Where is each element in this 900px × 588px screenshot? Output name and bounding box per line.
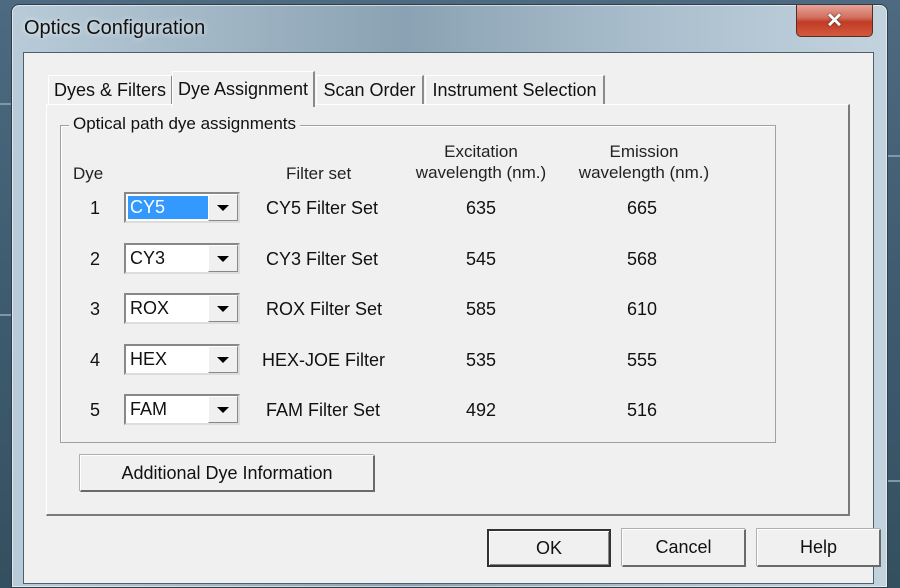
emission-value: 516 xyxy=(626,400,658,420)
header-emission: Emission wavelength (nm.) xyxy=(574,141,714,183)
close-button[interactable]: ✕ xyxy=(796,5,873,37)
filter-set-name: CY5 Filter Set xyxy=(266,198,379,218)
dye-select[interactable]: CY3 xyxy=(124,243,240,274)
dialog-client-area: Dyes & Filters Dye Assignment Scan Order… xyxy=(23,52,881,584)
dropdown-button[interactable] xyxy=(208,194,238,221)
dye-number: 3 xyxy=(89,299,100,319)
desktop-grid-line xyxy=(888,480,900,482)
help-button[interactable]: Help xyxy=(757,529,881,567)
dye-row: 4 HEX HEX-JOE Filter 535 555 xyxy=(61,344,775,378)
desktop-grid-line xyxy=(0,314,11,316)
emission-value: 555 xyxy=(626,350,658,370)
tab-label: Scan Order xyxy=(323,80,416,100)
dye-select[interactable]: CY5 xyxy=(124,192,240,223)
header-emission-line1: Emission xyxy=(609,142,679,161)
dropdown-button[interactable] xyxy=(208,346,238,373)
dye-number: 1 xyxy=(89,198,100,218)
chevron-down-icon xyxy=(217,204,229,211)
excitation-value: 535 xyxy=(465,350,497,370)
emission-value: 610 xyxy=(626,299,658,319)
tab-scan-order[interactable]: Scan Order xyxy=(316,75,424,105)
chevron-down-icon xyxy=(217,305,229,312)
dye-assignment-panel: Optical path dye assignments Dye Filter … xyxy=(46,104,850,516)
dye-select-value: CY3 xyxy=(130,248,166,268)
header-emission-line2: wavelength (nm.) xyxy=(578,163,710,182)
filter-set-name: ROX Filter Set xyxy=(266,299,383,319)
dye-select-value: FAM xyxy=(130,399,168,419)
tab-dyes-filters[interactable]: Dyes & Filters xyxy=(48,75,173,105)
filter-set-name: CY3 Filter Set xyxy=(266,249,379,269)
desktop-grid-line xyxy=(888,155,900,157)
header-excitation: Excitation wavelength (nm.) xyxy=(411,141,551,183)
additional-dye-information-button[interactable]: Additional Dye Information xyxy=(80,455,375,492)
chevron-down-icon xyxy=(217,406,229,413)
excitation-value: 492 xyxy=(465,400,497,420)
close-icon: ✕ xyxy=(826,10,843,32)
tab-label: Dyes & Filters xyxy=(53,80,167,100)
dye-number: 2 xyxy=(89,249,100,269)
emission-value: 665 xyxy=(626,198,658,218)
header-excitation-line2: wavelength (nm.) xyxy=(415,163,547,182)
dye-row: 3 ROX ROX Filter Set 585 610 xyxy=(61,293,775,327)
window-title: Optics Configuration xyxy=(24,17,206,39)
tab-label: Dye Assignment xyxy=(177,79,309,99)
excitation-value: 545 xyxy=(465,249,497,269)
filter-set-name: HEX-JOE Filter xyxy=(262,350,386,370)
header-dye: Dye xyxy=(73,164,104,183)
tab-instrument-selection[interactable]: Instrument Selection xyxy=(425,75,605,105)
header-excitation-line1: Excitation xyxy=(444,142,518,161)
dye-select-value: ROX xyxy=(130,298,170,318)
tab-label: Instrument Selection xyxy=(432,80,597,100)
dropdown-button[interactable] xyxy=(208,295,238,322)
ok-button[interactable]: OK xyxy=(487,529,611,567)
dye-row: 5 FAM FAM Filter Set 492 516 xyxy=(61,394,775,428)
desktop-grid-line xyxy=(0,103,11,105)
header-filter-set: Filter set xyxy=(286,164,352,183)
groupbox-title: Optical path dye assignments xyxy=(69,114,301,134)
dye-select-value: CY5 xyxy=(128,196,208,219)
dropdown-button[interactable] xyxy=(208,396,238,423)
dye-select[interactable]: HEX xyxy=(124,344,240,375)
emission-value: 568 xyxy=(626,249,658,269)
excitation-value: 635 xyxy=(465,198,497,218)
chevron-down-icon xyxy=(217,356,229,363)
dropdown-button[interactable] xyxy=(208,245,238,272)
dye-number: 5 xyxy=(89,400,100,420)
tab-dye-assignment[interactable]: Dye Assignment xyxy=(172,71,315,107)
filter-set-name: FAM Filter Set xyxy=(266,400,381,420)
dye-select-value: HEX xyxy=(130,349,168,369)
chevron-down-icon xyxy=(217,255,229,262)
optical-path-groupbox: Optical path dye assignments Dye Filter … xyxy=(60,114,776,443)
cancel-button[interactable]: Cancel xyxy=(622,529,746,567)
dye-select[interactable]: FAM xyxy=(124,394,240,425)
excitation-value: 585 xyxy=(465,299,497,319)
dye-row: 1 CY5 CY5 Filter Set 635 665 xyxy=(61,192,775,226)
dye-select[interactable]: ROX xyxy=(124,293,240,324)
optics-configuration-window: Optics Configuration ✕ Dyes & Filters Dy… xyxy=(11,4,888,588)
dye-number: 4 xyxy=(89,350,100,370)
dye-row: 2 CY3 CY3 Filter Set 545 568 xyxy=(61,243,775,277)
